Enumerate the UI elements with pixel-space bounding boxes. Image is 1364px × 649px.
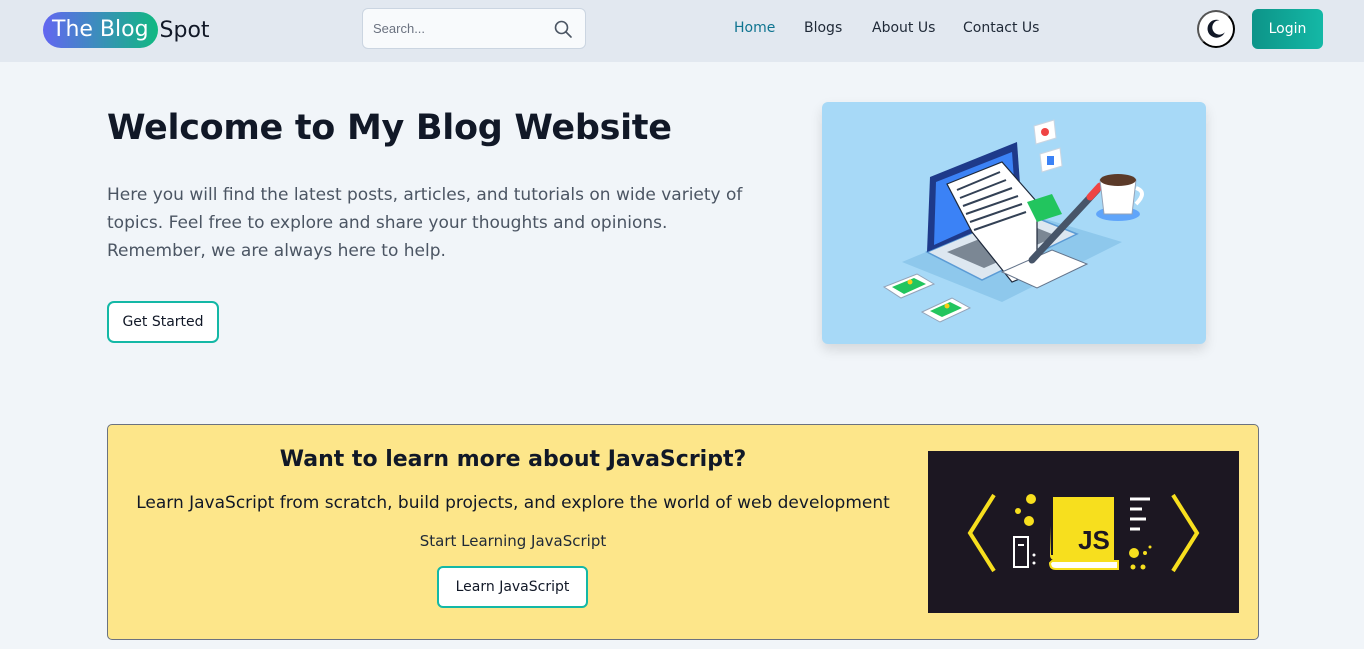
- nav-link-contact-us[interactable]: Contact Us: [963, 20, 1039, 36]
- js-book-label: JS: [1078, 525, 1110, 555]
- main-nav: Home Blogs About Us Contact Us: [0, 20, 1364, 40]
- js-banner-description: Learn JavaScript from scratch, build pro…: [136, 493, 890, 513]
- nav-link-blogs[interactable]: Blogs: [804, 20, 842, 36]
- javascript-illustration: JS: [928, 451, 1239, 613]
- moon-icon: [1207, 19, 1225, 38]
- learn-javascript-button[interactable]: Learn JavaScript: [437, 566, 588, 608]
- nav-link-about-us[interactable]: About Us: [872, 20, 935, 36]
- get-started-button[interactable]: Get Started: [107, 301, 219, 343]
- login-button[interactable]: Login: [1252, 9, 1323, 49]
- navbar: The Blog Spot Home Blogs About Us Contac…: [0, 0, 1364, 62]
- js-banner-subtitle: Start Learning JavaScript: [419, 532, 607, 550]
- js-banner-title: Want to learn more about JavaScript?: [279, 447, 747, 472]
- javascript-banner: Want to learn more about JavaScript? Lea…: [107, 424, 1259, 640]
- hero-description: Here you will find the latest posts, art…: [107, 185, 743, 261]
- hero-illustration: [822, 102, 1206, 344]
- hero-title: Welcome to My Blog Website: [107, 108, 672, 148]
- nav-link-home[interactable]: Home: [734, 20, 775, 36]
- theme-toggle-button[interactable]: [1197, 10, 1235, 48]
